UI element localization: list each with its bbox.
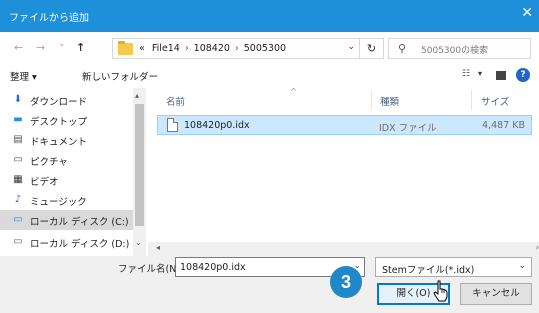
sidebar-item-label: ミュージック (30, 197, 87, 208)
forward-arrow-icon[interactable]: → (36, 41, 45, 54)
refresh-button[interactable]: ↻ (360, 38, 384, 59)
sidebar-item-downloads[interactable]: ⬇ ダウンロード (0, 90, 133, 110)
step-number-badge: 3 (330, 266, 362, 298)
pictures-icon: ▭ (13, 154, 23, 165)
breadcrumb-file14[interactable]: File14 (152, 43, 180, 54)
sidebar-item-label: ローカル ディスク (D:) (30, 239, 130, 250)
mouse-pointer-icon (433, 280, 448, 302)
filter-dropdown-icon[interactable]: ⌄ (518, 261, 526, 271)
view-dropdown-icon[interactable]: ▾ (478, 69, 482, 78)
drive-d-icon: ▭ (13, 236, 23, 247)
scroll-down-icon[interactable]: ⌄ (135, 238, 142, 247)
scroll-left-icon[interactable]: ◂ (156, 243, 160, 252)
column-header-type[interactable]: 種類 (380, 94, 399, 108)
preview-pane-icon[interactable] (496, 71, 506, 80)
sidebar-item-label: ダウンロード (30, 97, 88, 108)
file-type: IDX ファイル (379, 123, 437, 134)
navigation-scrollbar[interactable]: ▴ ⌄ (133, 88, 146, 256)
sidebar-item-label: ドキュメント (30, 137, 88, 148)
file-type-filter[interactable]: Stemファイル(*.idx) ⌄ (375, 257, 532, 277)
sidebar-item-videos[interactable]: ▦ ビデオ (0, 170, 133, 190)
drive-c-icon: ▭ (13, 214, 23, 225)
command-bar: 整理 ▾ 新しいフォルダー ☷ ▾ ? (0, 64, 539, 88)
sidebar-item-label: ビデオ (30, 177, 59, 188)
address-dropdown-icon[interactable]: ⌄ (347, 42, 355, 52)
download-icon: ⬇ (13, 94, 23, 105)
file-name: 108420p0.idx (184, 120, 250, 131)
filter-value: Stemファイル(*.idx) (382, 265, 475, 276)
window-title: ファイルから追加 (9, 13, 89, 24)
file-list-scrollbar[interactable]: ◂ › (148, 242, 539, 256)
breadcrumb-separator: › (184, 43, 189, 54)
up-folder-icon[interactable]: ↑ (76, 41, 85, 54)
new-folder-button[interactable]: 新しいフォルダー (82, 69, 158, 83)
sidebar-item-drive-d[interactable]: ▭ ローカル ディスク (D:) (0, 232, 133, 252)
column-divider[interactable] (471, 90, 472, 110)
column-header-size[interactable]: サイズ (481, 94, 509, 108)
address-bar[interactable]: « File14 › 108420 › 5005300 ⌄ (112, 38, 360, 59)
sidebar-item-desktop[interactable]: ▬ デスクトップ (0, 110, 133, 130)
sidebar-item-label: デスクトップ (30, 117, 88, 128)
file-size: 4,487 KB (482, 120, 525, 131)
breadcrumb-108420[interactable]: 108420 (194, 43, 230, 54)
breadcrumb-overflow[interactable]: « (139, 43, 145, 54)
music-icon: ♪ (14, 194, 22, 205)
column-divider[interactable] (371, 90, 372, 110)
cancel-button[interactable]: キャンセル (460, 283, 532, 305)
file-icon (167, 118, 178, 132)
sidebar-item-pictures[interactable]: ▭ ピクチャ (0, 150, 133, 170)
breadcrumb-5005300[interactable]: 5005300 (244, 43, 286, 54)
organize-button[interactable]: 整理 ▾ (10, 69, 37, 83)
sort-indicator-icon: ^ (290, 87, 297, 96)
view-options-icon[interactable]: ☷ (462, 69, 470, 79)
scroll-thumb[interactable] (135, 104, 144, 226)
filename-value: 108420p0.idx (180, 262, 246, 273)
sidebar-item-documents[interactable]: ▤ ドキュメント (0, 130, 133, 150)
search-input[interactable]: ⚲ 5005300の検索 (388, 38, 531, 59)
navigation-pane: ⬇ ダウンロード ▬ デスクトップ ▤ ドキュメント ▭ ピクチャ ▦ ビデオ … (0, 88, 148, 256)
file-list-header: ^ 名前 種類 サイズ (148, 87, 539, 112)
video-icon: ▦ (13, 174, 23, 185)
breadcrumb-separator: › (234, 43, 239, 54)
scroll-up-icon[interactable]: ▴ (135, 91, 139, 100)
desktop-icon: ▬ (13, 114, 23, 125)
search-icon: ⚲ (398, 42, 407, 55)
back-arrow-icon[interactable]: ← (14, 41, 23, 54)
sidebar-item-drive-c[interactable]: ▭ ローカル ディスク (C:) (0, 210, 133, 230)
document-icon: ▤ (13, 134, 23, 145)
close-icon[interactable]: ✕ (521, 6, 533, 20)
search-placeholder: 5005300の検索 (421, 46, 489, 56)
breadcrumb: « File14 › 108420 › 5005300 (139, 43, 286, 54)
sidebar-item-label: ローカル ディスク (C:) (30, 217, 129, 228)
column-header-name[interactable]: 名前 (166, 94, 185, 108)
sidebar-item-music[interactable]: ♪ ミュージック (0, 190, 133, 210)
file-row[interactable]: 108420p0.idx IDX ファイル 4,487 KB (157, 115, 532, 135)
folder-icon (118, 41, 133, 55)
sidebar-item-label: ピクチャ (30, 157, 68, 168)
help-icon[interactable]: ? (516, 68, 530, 82)
filename-label: ファイル名(N): (118, 264, 184, 275)
title-bar: ファイルから追加 ✕ (0, 0, 539, 32)
recent-locations-icon[interactable]: ⌄ (58, 39, 66, 49)
